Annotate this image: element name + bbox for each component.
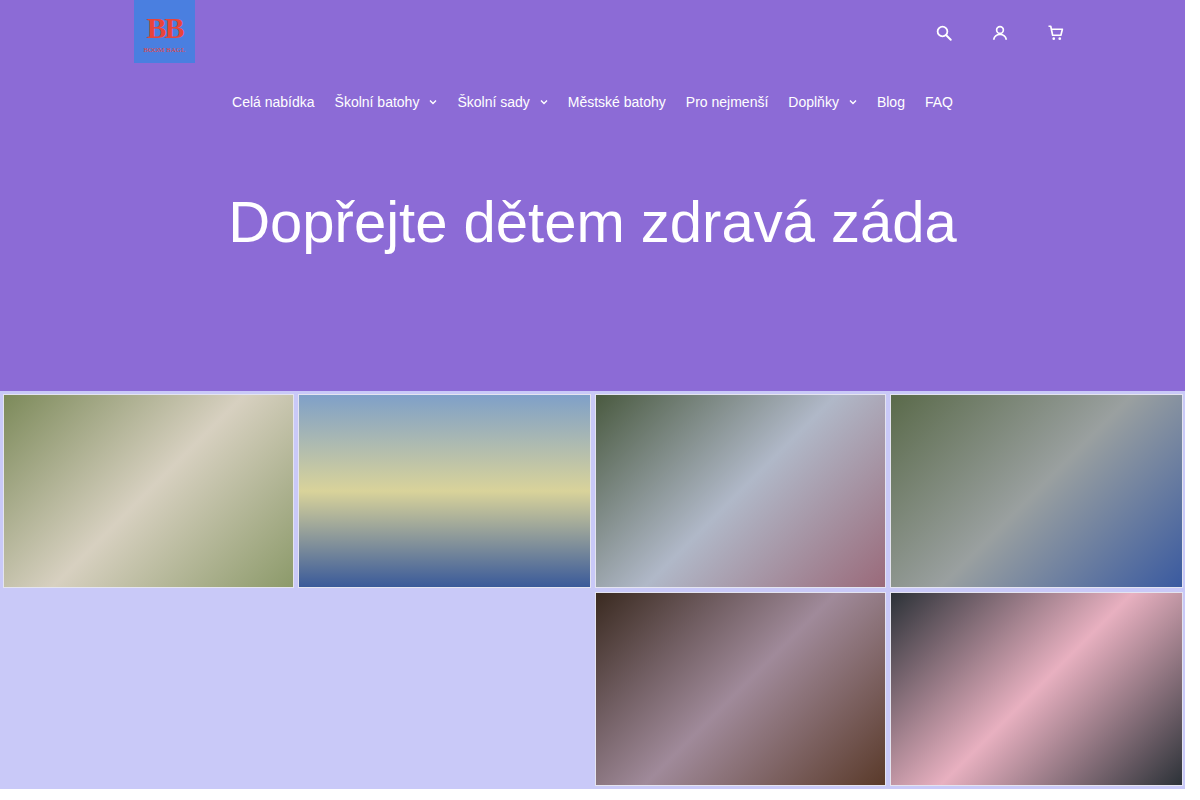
nav-item[interactable]: Celá nabídka	[232, 92, 315, 112]
nav-item[interactable]: Doplňky	[788, 92, 857, 112]
nav-item[interactable]: Školní sady	[457, 92, 547, 112]
nav-item[interactable]: FAQ	[925, 92, 953, 112]
nav-label: Školní sady	[457, 92, 529, 112]
chevron-down-icon	[540, 98, 548, 106]
header-cart-button[interactable]	[1047, 24, 1065, 42]
category-tile[interactable]	[595, 592, 886, 786]
search-icon	[935, 24, 953, 42]
logo-mark: BB	[146, 13, 182, 43]
chevron-down-icon	[429, 98, 437, 106]
nav-label: Školní batohy	[335, 92, 420, 112]
nav-item[interactable]: Městské batohy	[568, 92, 666, 112]
nav-label: FAQ	[925, 92, 953, 112]
header-account-button[interactable]	[991, 24, 1009, 42]
top-bar: BB BOOM BAGL	[0, 0, 1185, 63]
category-tile[interactable]	[3, 394, 294, 588]
category-tile[interactable]	[890, 394, 1183, 588]
nav-label: Blog	[877, 92, 905, 112]
nav-item[interactable]: Blog	[877, 92, 905, 112]
account-icon	[991, 24, 1009, 42]
site-header: BB BOOM BAGL Celá nabídka Školní batohy Škol…	[0, 0, 1185, 391]
header-search-button[interactable]	[935, 24, 953, 42]
logo[interactable]: BB BOOM BAGL	[134, 0, 195, 63]
category-grid	[0, 391, 1185, 789]
category-tile[interactable]	[595, 394, 886, 588]
nav-item[interactable]: Pro nejmenší	[686, 92, 768, 112]
cart-icon	[1047, 24, 1065, 42]
logo-name: BOOM BAGL	[144, 46, 186, 54]
category-tile[interactable]	[890, 592, 1183, 786]
chevron-down-icon	[849, 98, 857, 106]
hero-title: Dopřejte dětem zdravá záda	[228, 188, 957, 255]
main-nav: Celá nabídka Školní batohy Školní sady Měst…	[0, 63, 1185, 112]
nav-label: Pro nejmenší	[686, 92, 768, 112]
nav-label: Celá nabídka	[232, 92, 315, 112]
header-icons	[935, 0, 1065, 42]
nav-label: Doplňky	[788, 92, 839, 112]
category-tile[interactable]	[298, 394, 591, 588]
hero: Dopřejte dětem zdravá záda	[0, 112, 1185, 391]
nav-item[interactable]: Školní batohy	[335, 92, 438, 112]
nav-label: Městské batohy	[568, 92, 666, 112]
content-strip	[117, 789, 1069, 800]
